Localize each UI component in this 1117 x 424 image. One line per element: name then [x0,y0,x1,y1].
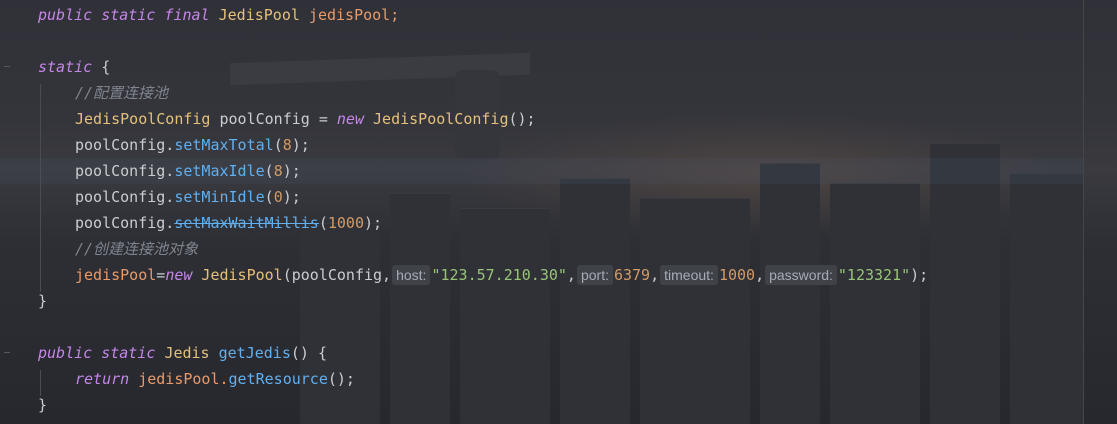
code-line-set-max-wait-millis[interactable]: poolConfig.setMaxWaitMillis(1000); [75,210,382,236]
code-line-set-min-idle[interactable]: poolConfig.setMinIdle(0); [75,184,301,210]
code-line-return[interactable]: return jedisPool.getResource(); [75,366,355,392]
code-comment-create-pool[interactable]: //创建连接池对象 [75,236,198,262]
indent-guide [40,84,41,292]
code-line-set-max-total[interactable]: poolConfig.setMaxTotal(8); [75,132,310,158]
code-closing-brace[interactable]: } [38,288,47,314]
code-comment-config[interactable]: //配置连接池 [75,80,168,106]
deprecated-method: setMaxWaitMillis [174,214,319,232]
code-line-create-pool[interactable]: jedisPool=new JedisPool(poolConfig, host:… [75,262,928,288]
param-hint-password: password: [765,265,837,285]
code-line-set-max-idle[interactable]: poolConfig.setMaxIdle(8); [0,158,1083,184]
vertical-scrollbar[interactable] [1083,0,1084,424]
code-closing-brace[interactable]: } [38,392,47,418]
fold-marker[interactable] [4,352,10,353]
code-line-static-block[interactable]: static { [38,54,110,80]
code-line-pool-config[interactable]: JedisPoolConfig poolConfig = new JedisPo… [75,106,536,132]
code-line-field-declaration[interactable]: public static final JedisPool jedisPool; [38,2,399,28]
param-hint-host: host: [392,265,431,285]
fold-marker[interactable] [4,66,10,67]
param-hint-port: port: [576,265,613,285]
code-line-get-jedis[interactable]: public static Jedis getJedis() { [38,340,327,366]
param-hint-timeout: timeout: [660,265,718,285]
